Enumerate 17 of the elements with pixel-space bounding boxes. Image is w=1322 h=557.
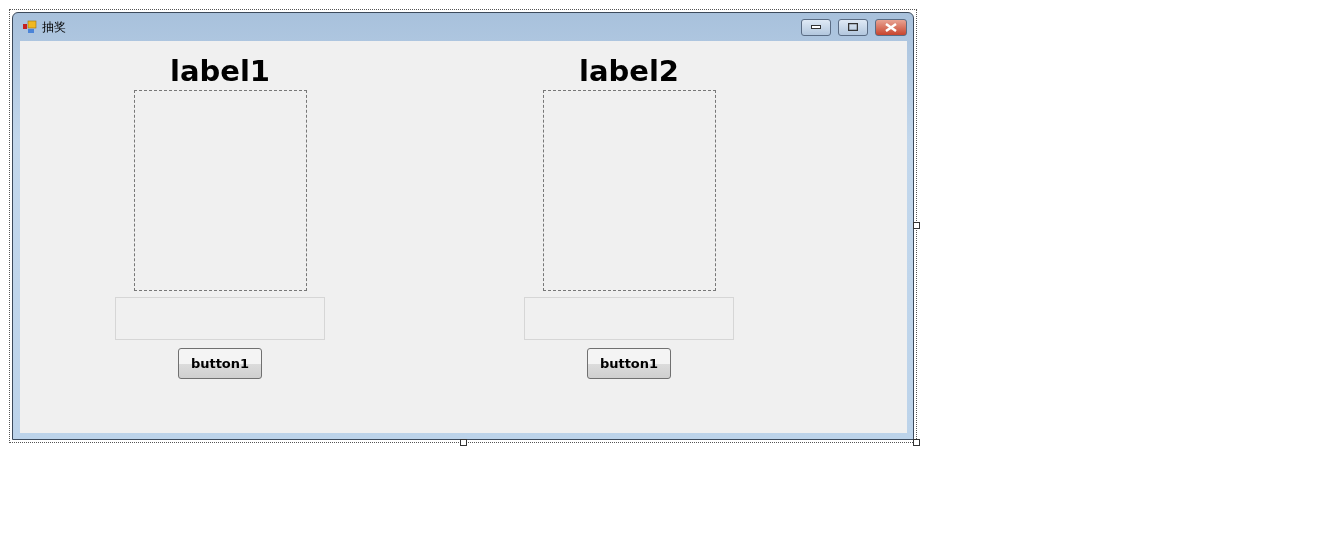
resize-handle[interactable] bbox=[460, 439, 467, 446]
minimize-button[interactable] bbox=[801, 18, 831, 36]
label: label1 bbox=[169, 53, 271, 90]
draw-button[interactable]: button1 bbox=[178, 348, 262, 379]
text-field[interactable] bbox=[524, 297, 734, 340]
close-button[interactable] bbox=[875, 18, 907, 36]
app-icon bbox=[23, 20, 37, 34]
text-field[interactable] bbox=[115, 297, 325, 340]
window-title: 抽奖 bbox=[42, 18, 67, 36]
minimize-icon bbox=[811, 25, 821, 29]
close-icon bbox=[885, 22, 897, 32]
maximize-icon bbox=[848, 23, 858, 31]
draw-button[interactable]: button1 bbox=[587, 348, 671, 379]
label: label2 bbox=[578, 53, 680, 90]
resize-handle[interactable] bbox=[913, 222, 920, 229]
maximize-button[interactable] bbox=[838, 18, 868, 36]
resize-handle[interactable] bbox=[913, 439, 920, 446]
